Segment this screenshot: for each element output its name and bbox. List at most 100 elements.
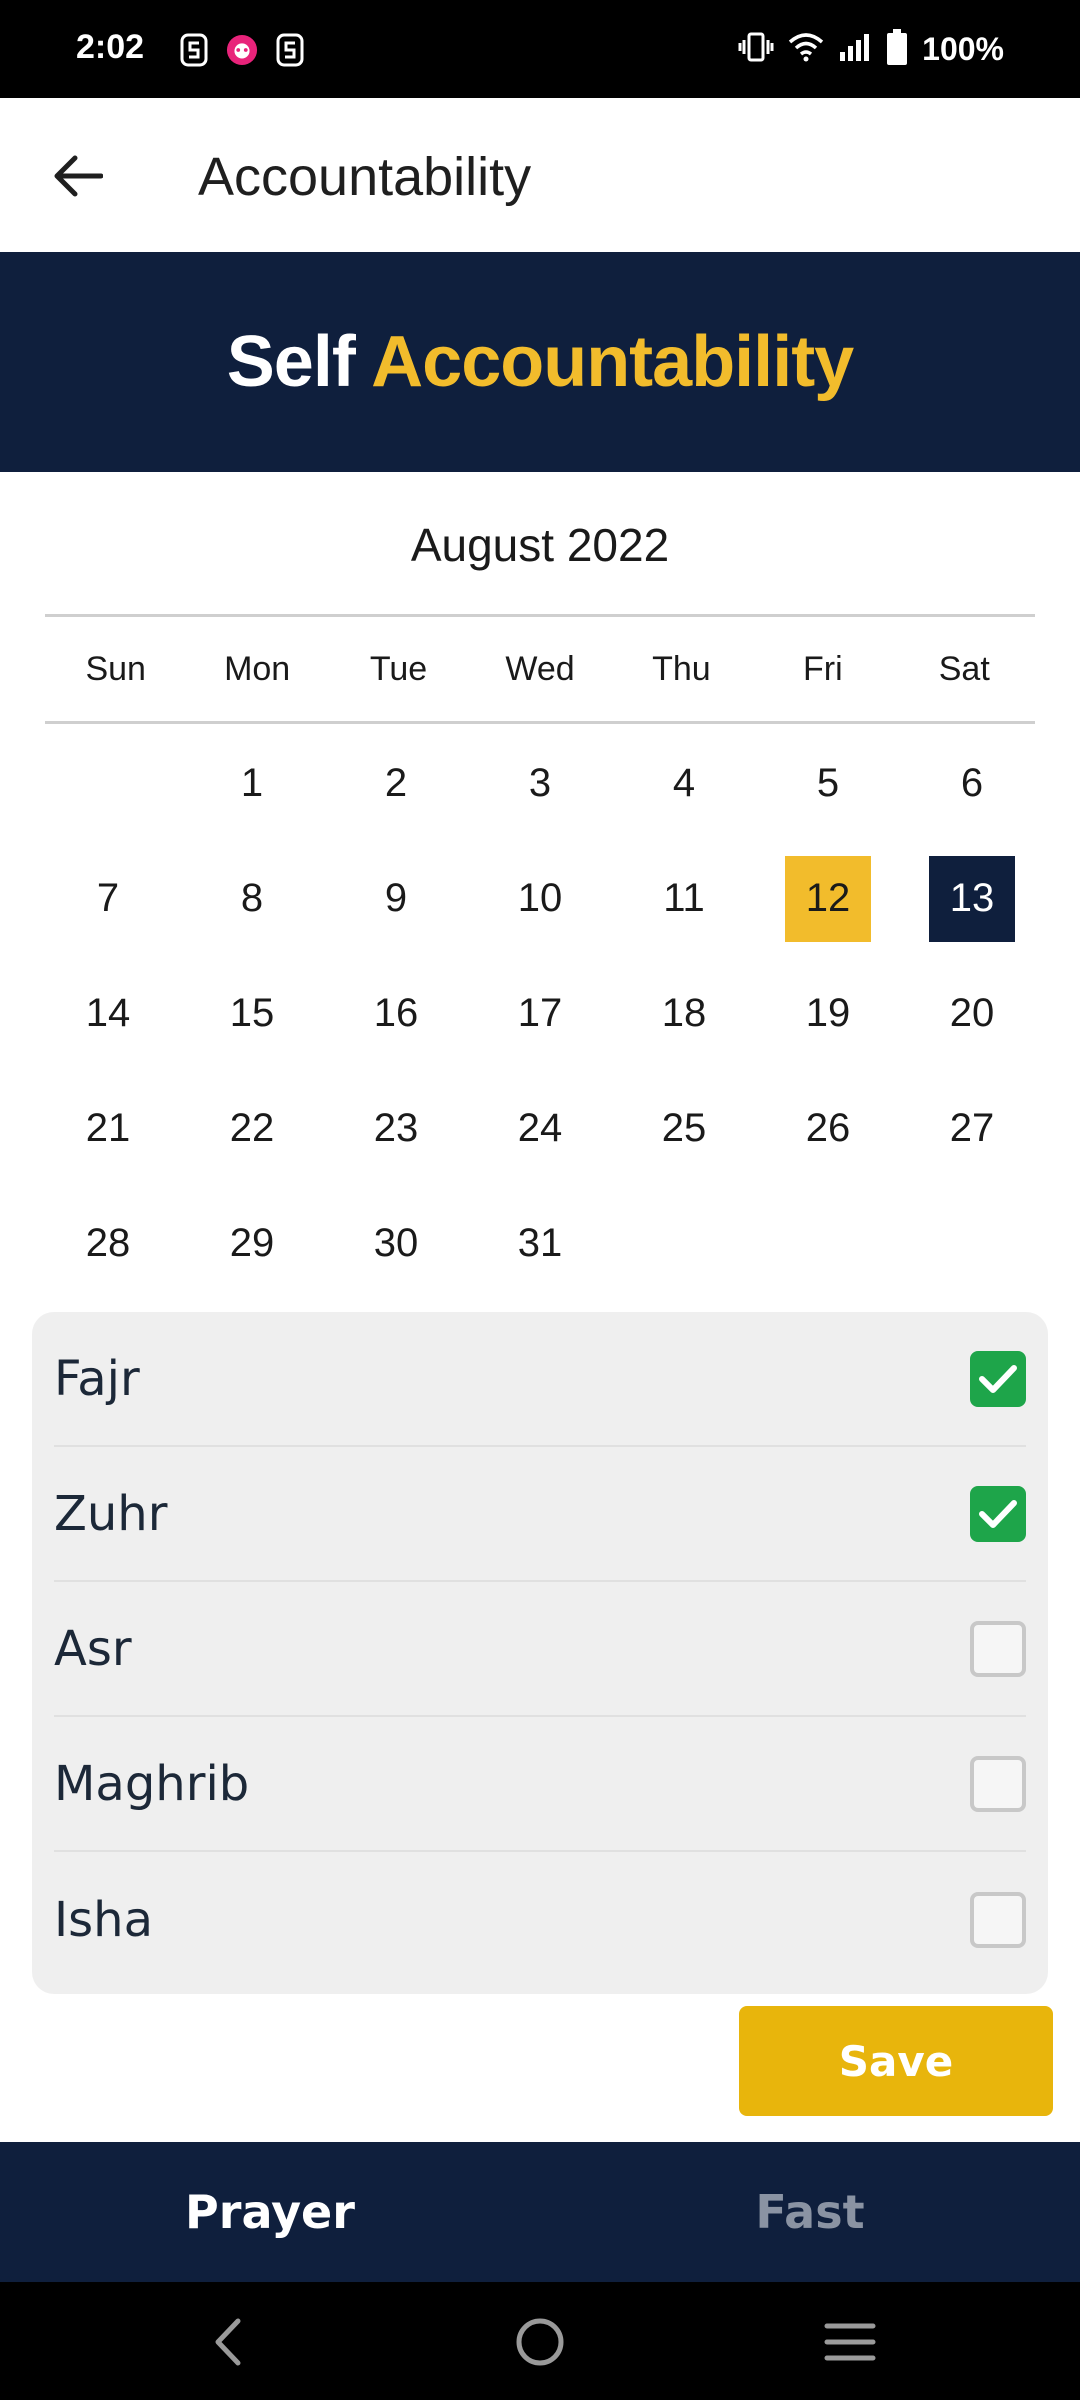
nav-home-icon [516, 2318, 564, 2366]
app-bar: Accountability [0, 98, 1080, 252]
nav-menu-icon [824, 2323, 876, 2361]
bottom-tab-bar: Prayer Fast [0, 2142, 1080, 2282]
calendar-day-number: 31 [517, 1221, 563, 1265]
calendar-day-number: 2 [384, 761, 408, 805]
calendar-day-cell[interactable]: 9 [324, 841, 468, 956]
banner-word-accountability: Accountability [371, 322, 854, 402]
prayer-row-zuhr: Zuhr [54, 1447, 1026, 1582]
calendar-day-number: 20 [949, 991, 995, 1035]
checkmark-icon [979, 1364, 1017, 1393]
system-navigation-bar [0, 2282, 1080, 2400]
checkmark-icon [979, 1499, 1017, 1528]
calendar-day-cell[interactable]: 19 [756, 956, 900, 1071]
wifi-icon [788, 32, 824, 67]
calendar-day-number: 9 [384, 876, 408, 920]
calendar-day-cell[interactable]: 28 [36, 1186, 180, 1301]
calendar-day-cell[interactable]: 11 [612, 841, 756, 956]
calendar-day-number: 3 [528, 761, 552, 805]
calendar-weekday-header: Sun Mon Tue Wed Thu Fri Sat [45, 614, 1035, 724]
weekday-label: Tue [369, 649, 428, 688]
calendar-day-cell[interactable]: 3 [468, 726, 612, 841]
calendar-day-number: 5 [816, 761, 840, 805]
signal-icon [838, 32, 872, 67]
page-title: Accountability [198, 147, 532, 207]
prayer-checkbox[interactable] [970, 1755, 1026, 1812]
calendar-day-cell[interactable]: 12 [756, 841, 900, 956]
calendar-day-number: 23 [373, 1106, 419, 1150]
calendar-day-cell[interactable]: 21 [36, 1071, 180, 1186]
back-button[interactable] [40, 138, 116, 214]
calendar-day-cell[interactable]: 22 [180, 1071, 324, 1186]
vibrate-icon [738, 31, 774, 68]
calendar-day-cell[interactable]: 4 [612, 726, 756, 841]
calendar-day-cell[interactable]: 14 [36, 956, 180, 1071]
calendar-day-cell[interactable]: 5 [756, 726, 900, 841]
calendar-day-number: 15 [229, 991, 275, 1035]
weekday-label: Wed [505, 649, 575, 688]
calendar-day-number: 28 [85, 1221, 131, 1265]
calendar-day-number: 7 [96, 876, 120, 920]
calendar-day-number: 18 [661, 991, 707, 1035]
calendar-day-cell[interactable]: 27 [900, 1071, 1044, 1186]
prayer-checkbox[interactable] [970, 1891, 1026, 1948]
status-bar: 2:02 100% [0, 0, 1080, 98]
prayer-name: Asr [54, 1620, 132, 1677]
calendar-month-title: August 2022 [410, 519, 670, 571]
calendar-day-number: 11 [663, 876, 705, 920]
calendar-day-cell[interactable]: 20 [900, 956, 1044, 1071]
calendar-day-cell[interactable]: 1 [180, 726, 324, 841]
calendar-day-cell[interactable]: 30 [324, 1186, 468, 1301]
calendar-day-cell[interactable]: 13 [900, 841, 1044, 956]
nav-home-button[interactable] [504, 2306, 576, 2378]
calendar-day-cell[interactable]: 2 [324, 726, 468, 841]
nav-back-button[interactable] [192, 2306, 264, 2378]
calendar-day-number: 16 [373, 991, 419, 1035]
banner-title: Self Accountability [227, 321, 854, 403]
calendar-day-cell[interactable]: 29 [180, 1186, 324, 1301]
calendar-day-cell[interactable]: 15 [180, 956, 324, 1071]
tab-prayer[interactable]: Prayer [0, 2142, 540, 2282]
arrow-left-icon [54, 155, 103, 197]
prayer-checkbox[interactable] [970, 1350, 1026, 1407]
calendar-day-number: 19 [805, 991, 851, 1035]
prayer-checkbox[interactable] [970, 1485, 1026, 1542]
prayer-row-asr: Asr [54, 1582, 1026, 1717]
calendar-day-number: 6 [960, 761, 984, 805]
calendar-day-number: 14 [85, 991, 131, 1035]
calendar-day-number: 27 [949, 1106, 995, 1150]
prayer-row-isha: Isha [54, 1852, 1026, 1987]
nav-recents-button[interactable] [814, 2306, 886, 2378]
calendar-day-number: 26 [805, 1106, 851, 1150]
calendar-day-cell[interactable]: 16 [324, 956, 468, 1071]
calendar-day-number: 10 [517, 876, 563, 920]
system-status-icons: 100% [738, 26, 1004, 72]
prayer-name: Isha [54, 1891, 153, 1948]
calendar-day-number: 30 [373, 1221, 419, 1265]
weekday-label: Sun [85, 649, 146, 688]
weekday-label: Sat [938, 649, 990, 688]
calendar-day-cell[interactable]: 31 [468, 1186, 612, 1301]
tab-fast[interactable]: Fast [540, 2142, 1080, 2282]
save-button[interactable]: Save [739, 2006, 1053, 2116]
calendar-day-number: 4 [672, 761, 696, 805]
calendar-day-cell[interactable]: 17 [468, 956, 612, 1071]
calendar-day-number: 24 [517, 1106, 563, 1150]
calendar-day-cell[interactable]: 26 [756, 1071, 900, 1186]
calendar-day-selected: 13 [929, 855, 1015, 942]
status-time: 2:02 [76, 28, 145, 66]
weekday-label: Fri [803, 649, 843, 688]
calendar-day-cell[interactable]: 7 [36, 841, 180, 956]
prayer-checkbox[interactable] [970, 1620, 1026, 1677]
calendar-day-cell[interactable]: 8 [180, 841, 324, 956]
calendar-days-grid: 1 2 3 4 5 6 7 8 9 10 11 12 13 14 15 16 17 18 19 20 21 22 23 24 2… [36, 726, 1044, 1301]
prayer-name: Fajr [54, 1350, 140, 1407]
calendar-day-number: 22 [229, 1106, 275, 1150]
calendar-day-number: 29 [229, 1221, 275, 1265]
battery-percent: 100% [922, 30, 1004, 67]
calendar-day-cell[interactable]: 24 [468, 1071, 612, 1186]
calendar-day-cell[interactable]: 18 [612, 956, 756, 1071]
calendar-day-cell[interactable]: 10 [468, 841, 612, 956]
calendar-day-cell[interactable]: 23 [324, 1071, 468, 1186]
calendar-day-cell[interactable]: 6 [900, 726, 1044, 841]
calendar-day-cell[interactable]: 25 [612, 1071, 756, 1186]
